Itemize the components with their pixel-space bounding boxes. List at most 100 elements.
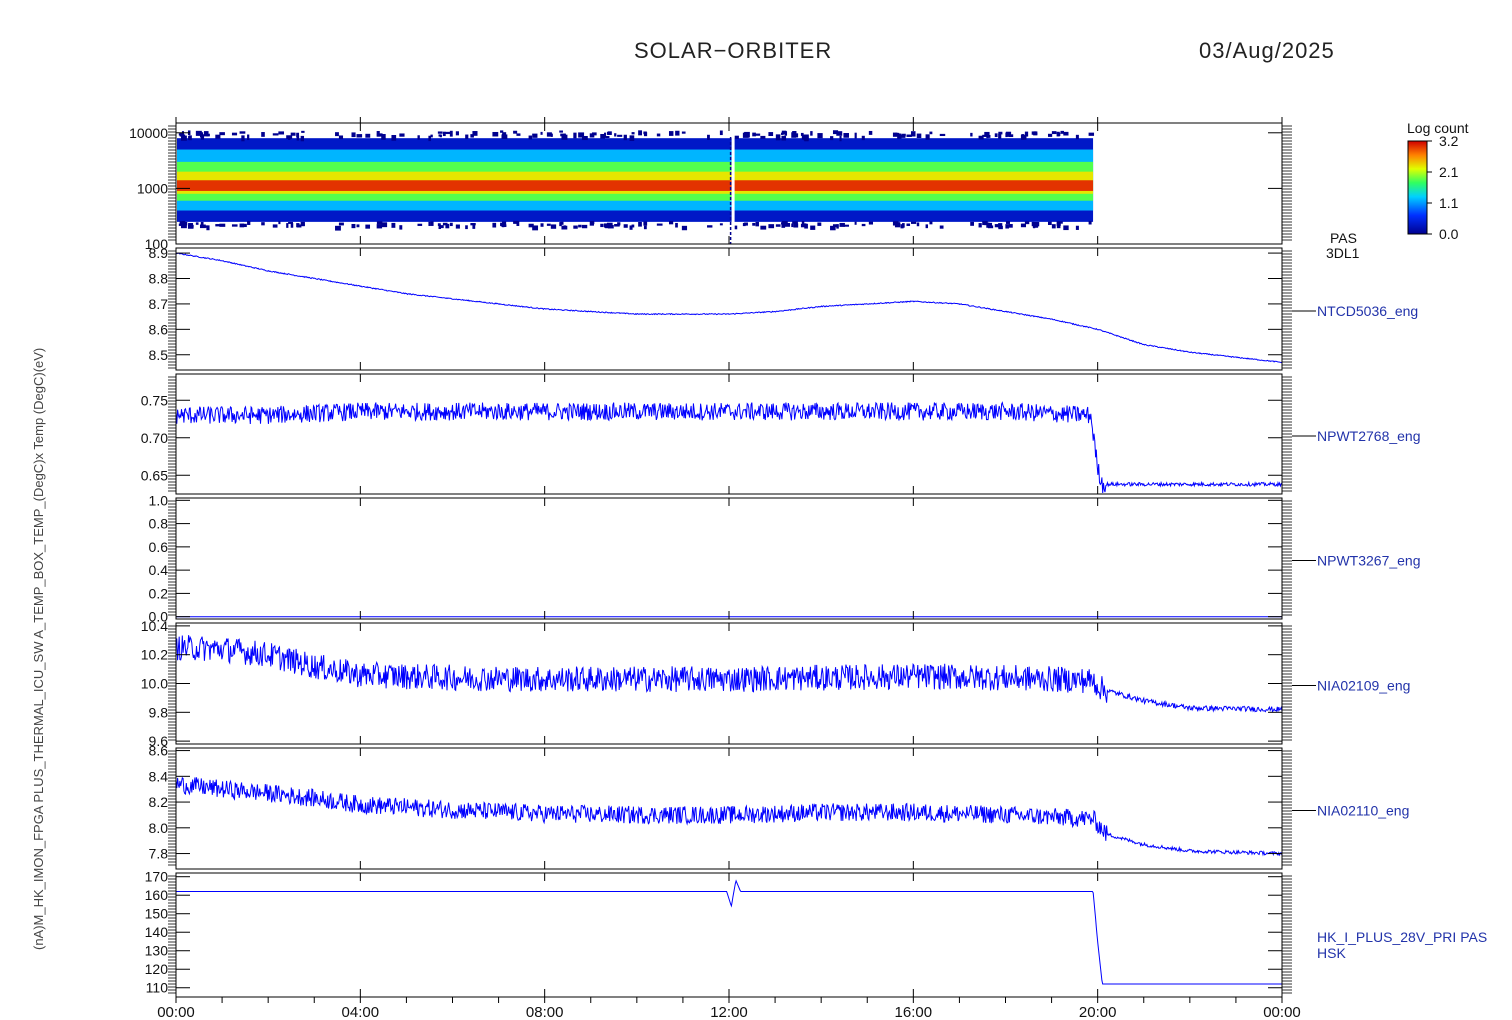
panel-label-line: 3DL1 xyxy=(1326,245,1360,261)
spectrogram-speck xyxy=(804,136,809,142)
spectrogram-speck xyxy=(261,222,265,226)
spectrogram-speck xyxy=(288,136,291,140)
spectrogram-speck xyxy=(500,130,504,133)
spectrogram-speck xyxy=(1056,132,1061,136)
spectrogram-speck xyxy=(561,134,568,140)
spectrogram-speck xyxy=(215,134,221,139)
spectrogram-speck xyxy=(1047,221,1052,226)
spectrogram-speck xyxy=(516,133,521,136)
spectrogram-speck xyxy=(910,221,917,224)
panel-label: NIA02110_eng xyxy=(1317,803,1409,819)
spectrogram-speck xyxy=(417,135,420,140)
spectrogram-speck xyxy=(219,223,226,227)
ytick-label: 0.70 xyxy=(141,430,168,446)
spectrogram-speck xyxy=(643,131,647,135)
spectrogram-speck xyxy=(843,133,849,138)
spectrogram-speck xyxy=(513,130,518,134)
panel-label-line: HK_I_PLUS_28V_PRI PAS xyxy=(1317,929,1487,945)
spectrogram-speck xyxy=(925,224,929,229)
spectrogram-speck xyxy=(675,222,678,228)
ytick-label: 8.6 xyxy=(149,743,169,759)
spectrogram-speck xyxy=(1031,221,1035,227)
spectrogram-speck xyxy=(643,225,647,230)
spectrogram-speck xyxy=(335,132,339,137)
spectrogram-speck xyxy=(356,134,363,138)
ytick-label: 0.75 xyxy=(141,392,168,408)
ytick-label: 170 xyxy=(145,869,169,885)
spectrogram-speck xyxy=(219,132,225,136)
spectrogram-speck xyxy=(638,130,643,136)
spectrogram-speck xyxy=(836,131,843,136)
stacked-timeseries-plot: (nA)M_HK_IMON_FPGA PLUS_THERMAL_ICU_SW A… xyxy=(31,117,1487,1020)
spectrogram-speck xyxy=(338,135,344,140)
panel-label: NTCD5036_eng xyxy=(1317,303,1418,319)
spectrogram-speck xyxy=(470,134,474,138)
spectrogram-speck xyxy=(617,222,621,226)
spectrogram-speck xyxy=(272,224,278,228)
spectrogram-speck xyxy=(188,223,194,228)
colorbar: Log count3.2 2.1 1.1 0.0 xyxy=(1407,120,1469,242)
spectrogram-speck xyxy=(617,134,623,137)
ytick-label: 8.0 xyxy=(149,820,169,836)
spectrogram-speck xyxy=(546,132,552,137)
spectrogram-speck xyxy=(578,224,582,228)
spectrogram-speck xyxy=(559,130,563,133)
spectrogram-speck xyxy=(752,222,756,226)
y-axis-title-overlap: (nA)M_HK_IMON_FPGA PLUS_THERMAL_ICU_SW A… xyxy=(31,348,46,950)
ytick-label: 10.4 xyxy=(141,618,168,634)
spectrogram-speck xyxy=(438,134,442,137)
spectrogram-speck xyxy=(656,133,661,137)
panel-label-line: PAS xyxy=(1330,230,1357,246)
xtick-label: 12:00 xyxy=(710,1004,748,1020)
spectrogram-speck xyxy=(861,223,866,227)
ytick-label: 0.4 xyxy=(149,562,169,578)
spectrogram-speck xyxy=(300,221,305,226)
spectrogram-speck xyxy=(970,132,973,137)
spectrogram-speck xyxy=(445,131,451,135)
spectrogram-speck xyxy=(830,225,836,231)
colorbar-tick-label: 0.0 xyxy=(1439,226,1459,242)
spectrogram-speck xyxy=(445,223,450,229)
spectrogram-speck xyxy=(559,222,562,227)
ytick-label: 8.5 xyxy=(149,347,169,363)
spectrogram-speck xyxy=(231,224,238,227)
spectrogram-speck xyxy=(215,224,220,227)
spectrogram-speck xyxy=(591,132,597,136)
spectrogram-speck xyxy=(810,131,813,136)
spectrogram-speck xyxy=(929,221,933,225)
spectrogram-speck xyxy=(239,131,246,134)
xtick-label: 20:00 xyxy=(1079,1004,1117,1020)
spectrogram-speck xyxy=(839,135,842,142)
trace-panel-5 xyxy=(175,776,1283,857)
ytick-label: 150 xyxy=(145,906,169,922)
spectrogram-speck xyxy=(376,131,380,137)
ytick-label: 8.2 xyxy=(149,794,169,810)
spectrogram-speck xyxy=(540,131,543,135)
spectrogram-speck xyxy=(817,222,822,226)
spectrogram-speck xyxy=(982,134,988,137)
spectrogram-speck xyxy=(629,135,635,142)
ytick-label: 0.2 xyxy=(149,585,169,601)
spectrogram-speck xyxy=(1060,221,1063,224)
spectrogram-speck xyxy=(540,223,544,227)
colorbar-tick-label: 3.2 xyxy=(1439,133,1459,149)
panel-frame-3 xyxy=(175,497,1283,620)
spectrogram-speck xyxy=(614,133,617,137)
spectrogram-speck xyxy=(532,133,538,138)
spectrogram-speck xyxy=(854,221,857,225)
spectrogram-speck xyxy=(1008,224,1013,228)
spectrogram-speck xyxy=(581,135,588,141)
xtick-label: 00:00 xyxy=(1263,1004,1301,1020)
spectrogram-speck xyxy=(300,135,305,142)
spectrogram-speck xyxy=(1005,224,1009,229)
spectrogram-speck xyxy=(982,221,988,226)
ytick-label: 7.8 xyxy=(149,846,169,862)
spectrogram-speck xyxy=(1021,223,1025,227)
spectrogram-speck xyxy=(668,220,674,225)
trace-panel-2 xyxy=(175,401,1283,494)
spectrogram-speck xyxy=(791,132,797,138)
spectrogram-speck xyxy=(752,132,756,137)
spectrogram-speck xyxy=(203,131,209,137)
spectrogram-speck xyxy=(861,135,865,141)
spectrogram-speck xyxy=(675,130,680,136)
